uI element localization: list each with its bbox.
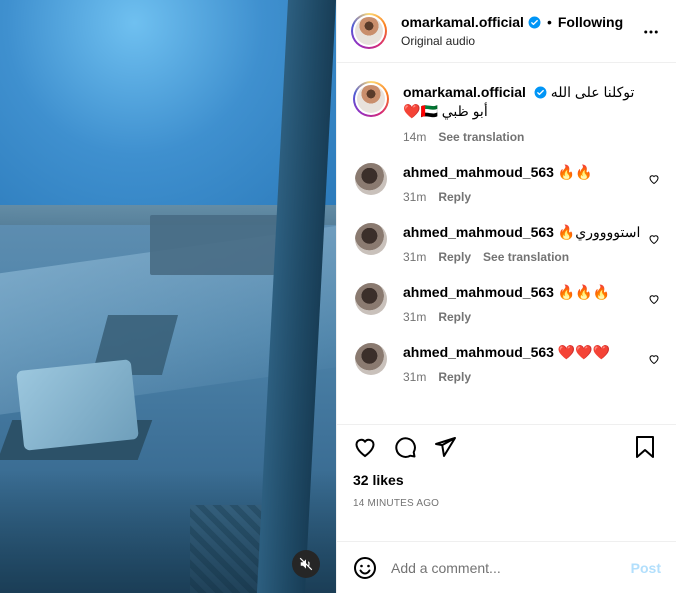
comment-username[interactable]: ahmed_mahmoud_563 bbox=[403, 224, 554, 240]
following-button[interactable]: Following bbox=[558, 14, 623, 30]
reply-button[interactable]: Reply bbox=[438, 250, 471, 264]
post-caption: omarkamal.official توكلنا على الله أبو ظ… bbox=[353, 81, 660, 144]
heart-outline-icon[interactable] bbox=[648, 173, 660, 185]
comment-item: ahmed_mahmoud_563 ❤️❤️❤️ 31m Reply bbox=[353, 343, 660, 384]
post-comment-button[interactable]: Post bbox=[631, 560, 661, 576]
heart-outline-icon[interactable] bbox=[648, 293, 660, 305]
heart-outline-icon[interactable] bbox=[648, 233, 660, 245]
bookmark-icon[interactable] bbox=[634, 435, 656, 459]
author-username[interactable]: omarkamal.official bbox=[401, 14, 524, 30]
comment-text: 🔥🔥 bbox=[557, 164, 593, 180]
comment-username[interactable]: ahmed_mahmoud_563 bbox=[403, 164, 554, 180]
author-avatar-image bbox=[355, 17, 383, 45]
likes-count[interactable]: 32 likes bbox=[337, 472, 676, 488]
post-sidebar: omarkamal.official • Following Original … bbox=[336, 0, 676, 593]
share-button[interactable] bbox=[433, 435, 457, 459]
comment-time: 31m bbox=[403, 190, 427, 204]
comment-button[interactable] bbox=[393, 435, 417, 459]
smiley-icon bbox=[354, 556, 376, 579]
comment-item: ahmed_mahmoud_563 🔥🔥 31m Reply bbox=[353, 163, 660, 204]
verified-badge-icon bbox=[528, 16, 541, 28]
verified-badge-icon bbox=[534, 86, 547, 99]
comment-username[interactable]: ahmed_mahmoud_563 bbox=[403, 284, 554, 300]
post-header: omarkamal.official • Following Original … bbox=[337, 0, 676, 63]
comment-input[interactable] bbox=[391, 559, 631, 576]
see-translation-link[interactable]: See translation bbox=[438, 130, 524, 144]
comment-item: ahmed_mahmoud_563 استووووري🔥 31m Reply S… bbox=[353, 223, 660, 264]
reply-button[interactable]: Reply bbox=[438, 190, 471, 204]
comment-time: 31m bbox=[403, 250, 427, 264]
comments-section: omarkamal.official توكلنا على الله أبو ظ… bbox=[337, 63, 676, 425]
caption-time: 14m bbox=[403, 130, 427, 144]
comment-username[interactable]: ahmed_mahmoud_563 bbox=[403, 344, 554, 360]
comment-time: 31m bbox=[403, 310, 427, 324]
comment-text: 🔥🔥🔥 bbox=[557, 284, 611, 300]
heart-icon bbox=[355, 438, 375, 458]
paper-plane-icon bbox=[435, 437, 456, 457]
commenter-avatar[interactable] bbox=[355, 163, 387, 195]
post-timestamp: 14 MINUTES AGO bbox=[353, 498, 440, 509]
comment-text: ❤️❤️❤️ bbox=[557, 344, 611, 360]
commenter-avatar[interactable] bbox=[355, 283, 387, 315]
more-horizontal-icon[interactable] bbox=[642, 23, 660, 41]
mute-button[interactable] bbox=[292, 550, 320, 578]
speaker-muted-icon bbox=[299, 557, 313, 571]
comment-bubble-icon bbox=[395, 437, 416, 458]
comment-text: استووووري🔥 bbox=[557, 224, 641, 240]
video-baggage-cart bbox=[16, 359, 139, 451]
heart-outline-icon[interactable] bbox=[648, 353, 660, 365]
like-button[interactable] bbox=[353, 435, 377, 459]
caption-avatar-image bbox=[357, 85, 385, 113]
reply-button[interactable]: Reply bbox=[438, 310, 471, 324]
caption-username[interactable]: omarkamal.official bbox=[403, 84, 526, 100]
post-media-video[interactable] bbox=[0, 0, 336, 593]
comment-composer: Post bbox=[337, 541, 676, 593]
caption-author-avatar[interactable] bbox=[353, 81, 389, 117]
post-action-bar bbox=[337, 425, 676, 469]
see-translation-link[interactable]: See translation bbox=[483, 250, 569, 264]
audio-link[interactable]: Original audio bbox=[401, 34, 623, 48]
separator-dot: • bbox=[546, 14, 552, 30]
emoji-button[interactable] bbox=[353, 556, 377, 580]
author-avatar[interactable] bbox=[351, 13, 387, 49]
reply-button[interactable]: Reply bbox=[438, 370, 471, 384]
comment-item: ahmed_mahmoud_563 🔥🔥🔥 31m Reply bbox=[353, 283, 660, 324]
commenter-avatar[interactable] bbox=[355, 223, 387, 255]
comment-time: 31m bbox=[403, 370, 427, 384]
commenter-avatar[interactable] bbox=[355, 343, 387, 375]
